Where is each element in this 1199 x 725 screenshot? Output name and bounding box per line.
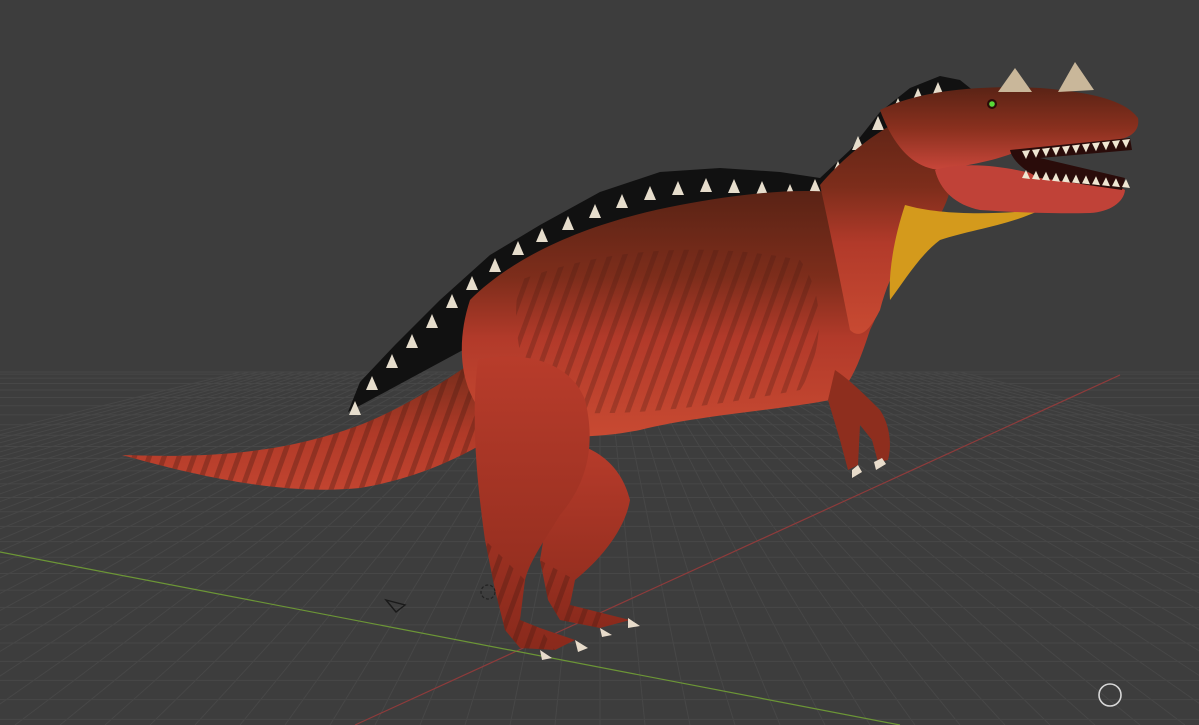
tail-stripes (122, 350, 520, 490)
eye-pupil (989, 101, 995, 107)
throat (889, 205, 1040, 300)
horn-right (1058, 62, 1094, 92)
dinosaur-model[interactable] (122, 62, 1139, 660)
3d-cursor-icon[interactable] (480, 584, 496, 600)
head (880, 87, 1139, 170)
viewport-scene[interactable] (0, 0, 1199, 725)
circle-icon[interactable] (1098, 683, 1122, 707)
camera-gizmo-icon[interactable] (384, 598, 407, 613)
horn-left (998, 68, 1032, 92)
3d-viewport[interactable] (0, 0, 1199, 725)
